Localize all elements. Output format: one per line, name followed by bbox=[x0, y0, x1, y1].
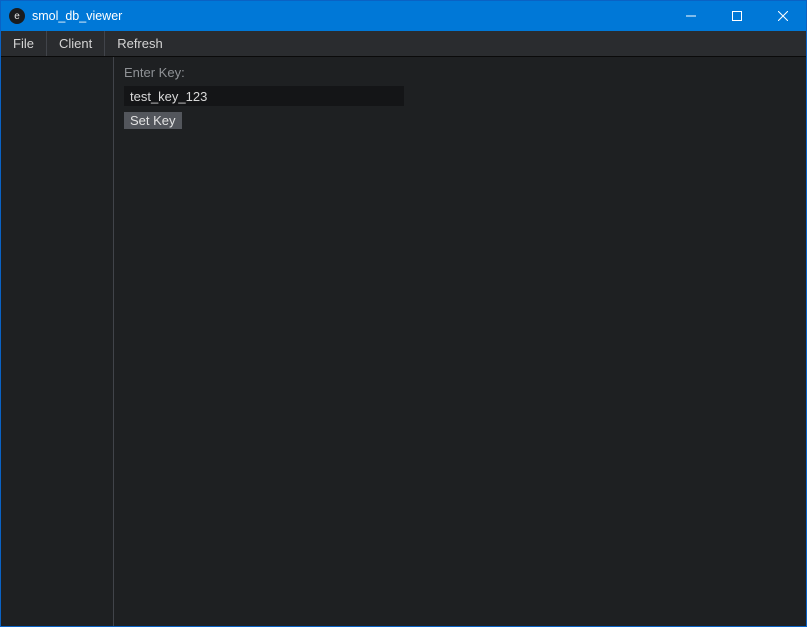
window-title: smol_db_viewer bbox=[32, 9, 668, 23]
minimize-button[interactable] bbox=[668, 1, 714, 31]
key-input[interactable] bbox=[124, 86, 404, 106]
menu-client[interactable]: Client bbox=[47, 31, 105, 56]
maximize-button[interactable] bbox=[714, 1, 760, 31]
sidebar bbox=[1, 57, 114, 626]
content-area: Enter Key: Set Key bbox=[1, 57, 806, 626]
close-button[interactable] bbox=[760, 1, 806, 31]
main-panel: Enter Key: Set Key bbox=[114, 57, 806, 626]
menubar: File Client Refresh bbox=[1, 31, 806, 57]
set-key-button[interactable]: Set Key bbox=[124, 112, 182, 129]
app-icon: e bbox=[9, 8, 25, 24]
menu-refresh[interactable]: Refresh bbox=[105, 31, 175, 56]
titlebar: e smol_db_viewer bbox=[1, 1, 806, 31]
menu-file[interactable]: File bbox=[1, 31, 47, 56]
window-controls bbox=[668, 1, 806, 31]
enter-key-label: Enter Key: bbox=[124, 65, 796, 82]
